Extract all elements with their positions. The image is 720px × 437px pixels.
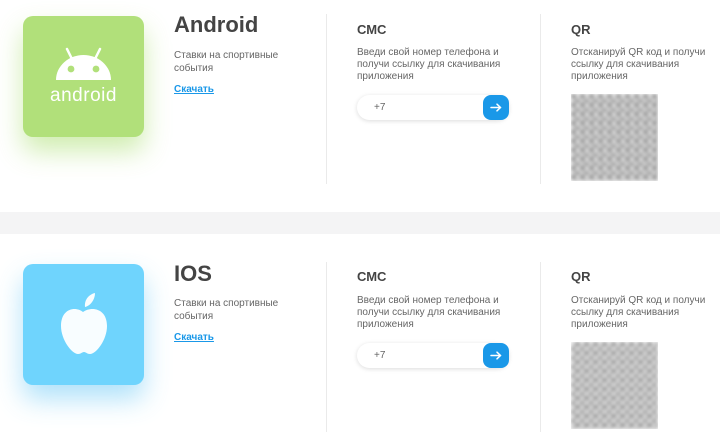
qr-title: QR [571, 269, 591, 284]
divider [326, 14, 327, 184]
app-title-android: Android [174, 12, 259, 37]
app-title-ios: IOS [174, 261, 212, 286]
sms-description: Введи свой номер телефона и получи ссылк… [357, 47, 501, 82]
sms-title: СМС [357, 22, 387, 37]
download-link-android[interactable]: Скачать [174, 84, 214, 95]
apple-icon [61, 293, 107, 354]
qr-title: QR [571, 22, 591, 37]
sms-title: СМС [357, 269, 387, 284]
qr-description: Отсканируй QR код и получи ссылку для ск… [571, 47, 706, 82]
android-logo-text: android [50, 85, 117, 106]
ios-logo [23, 264, 144, 385]
app-description: Ставки на спортивные события [174, 50, 279, 74]
arrow-right-icon [490, 103, 502, 112]
divider [326, 262, 327, 432]
sms-description: Введи свой номер телефона и получи ссылк… [357, 295, 501, 330]
phone-input-container [357, 343, 509, 368]
phone-input-container [357, 95, 509, 120]
ios-card: IOS Ставки на спортивные события Скачать… [0, 234, 720, 437]
android-logo: android [23, 16, 144, 137]
download-link-ios[interactable]: Скачать [174, 332, 214, 343]
arrow-right-icon [490, 351, 502, 360]
android-card: android Android Ставки на спортивные соб… [0, 0, 720, 212]
qr-description: Отсканируй QR код и получи ссылку для ск… [571, 295, 706, 330]
qr-code-image [571, 94, 658, 181]
send-button[interactable] [483, 343, 509, 368]
android-robot-icon [56, 47, 111, 80]
qr-code-image [571, 342, 658, 429]
send-button[interactable] [483, 95, 509, 120]
app-description: Ставки на спортивные события [174, 298, 279, 322]
divider [540, 14, 541, 184]
phone-input[interactable] [374, 95, 474, 120]
divider [540, 262, 541, 432]
phone-input[interactable] [374, 343, 474, 368]
